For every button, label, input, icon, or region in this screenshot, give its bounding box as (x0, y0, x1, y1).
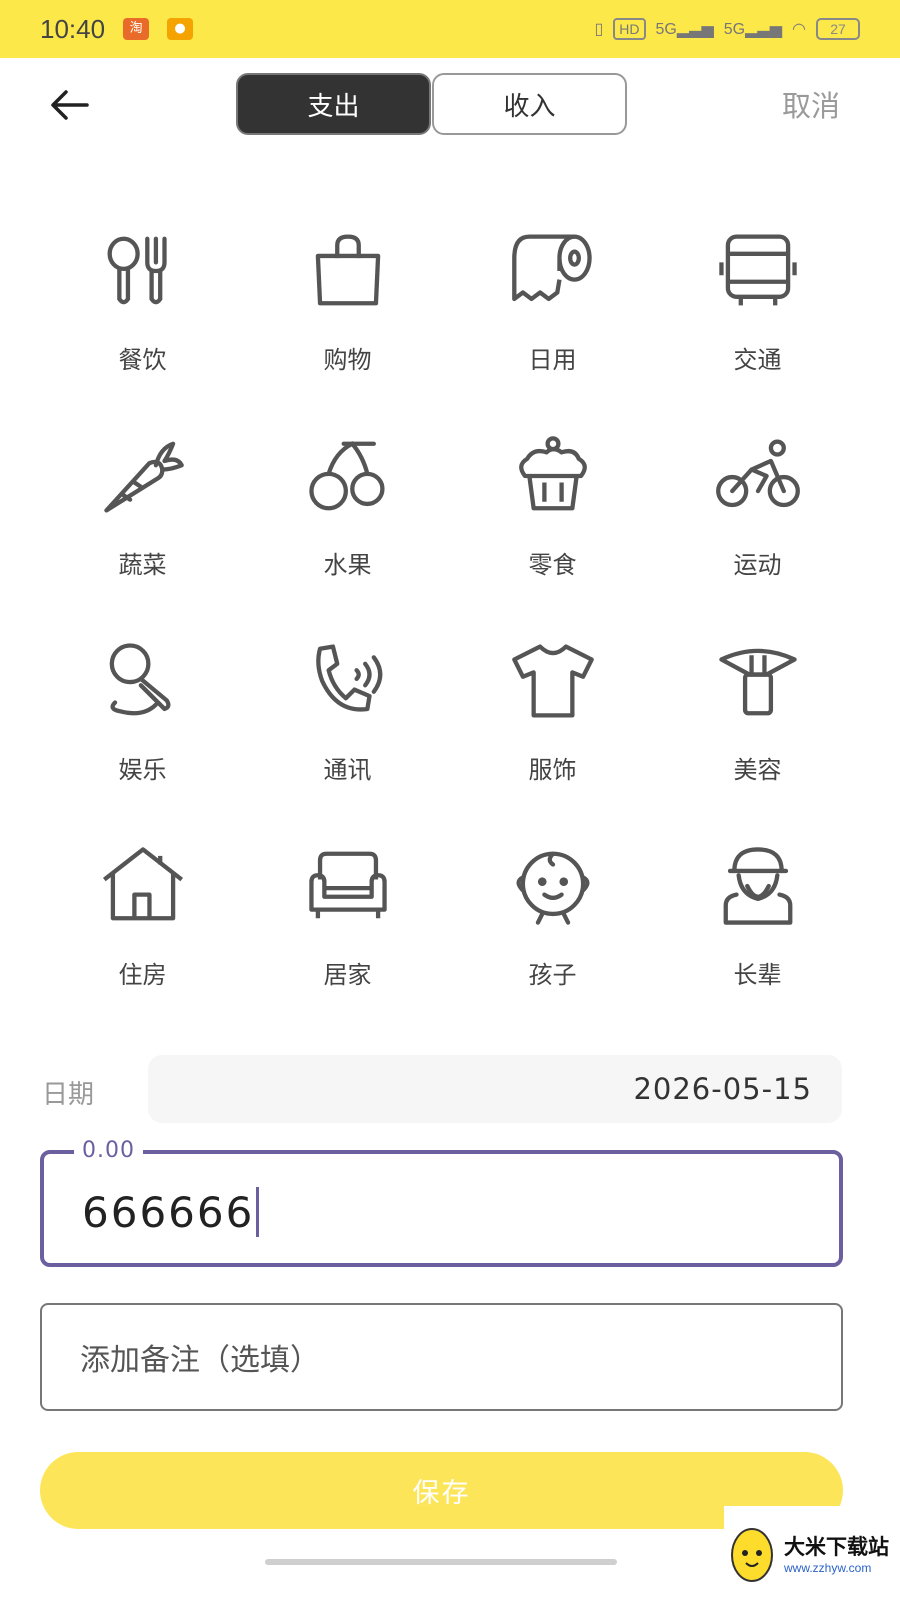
child-face-icon (515, 851, 590, 925)
watermark-title: 大米下载站 (784, 1535, 889, 1559)
category-dining[interactable]: 餐饮 (40, 220, 245, 425)
date-picker[interactable]: 2026-05-15 (148, 1055, 842, 1123)
category-label: 餐饮 (118, 346, 167, 374)
carrot-icon (103, 441, 184, 513)
signal-2-icon: 5G▂▃▅ (723, 21, 783, 38)
cancel-button[interactable]: 取消 (782, 83, 840, 125)
cherry-icon (308, 441, 385, 511)
cyclist-icon (715, 439, 800, 508)
microphone-icon (109, 643, 171, 716)
amount-placeholder: 0.00 (74, 1138, 143, 1163)
category-shopping[interactable]: 购物 (245, 220, 450, 425)
bus-icon (718, 234, 797, 306)
signal-1-icon: 5G▂▃▅ (655, 21, 714, 38)
home-indicator[interactable] (265, 1559, 617, 1565)
utensils-icon (107, 236, 167, 305)
text-cursor (256, 1187, 260, 1237)
hd-icon: HD (613, 18, 646, 40)
category-clothing[interactable]: 服饰 (450, 630, 655, 835)
category-label: 运动 (733, 551, 782, 579)
tab-income[interactable]: 收入 (432, 73, 627, 135)
category-entertainment[interactable]: 娱乐 (40, 630, 245, 835)
amount-value: 666666 (82, 1187, 255, 1237)
category-label: 蔬菜 (118, 551, 167, 579)
back-button[interactable] (46, 82, 92, 128)
category-label: 美容 (733, 756, 782, 784)
category-communication[interactable]: 通讯 (245, 630, 450, 835)
status-bar: 10:40 淘 ● ▯ HD 5G▂▃▅ 5G▂▃▅ ◠ 27 (0, 0, 900, 58)
category-fruit[interactable]: 水果 (245, 425, 450, 630)
category-label: 娱乐 (118, 756, 167, 784)
phone-call-icon (315, 644, 382, 712)
category-label: 通讯 (323, 756, 372, 784)
category-label: 水果 (323, 551, 372, 579)
watermark-url: www.zzhyw.com (784, 1561, 872, 1575)
category-beauty[interactable]: 美容 (655, 630, 860, 835)
watermark: 大米下载站 www.zzhyw.com (724, 1506, 900, 1600)
save-button[interactable]: 保存 (40, 1452, 843, 1529)
category-home[interactable]: 居家 (245, 835, 450, 1040)
category-label: 购物 (323, 346, 372, 374)
category-label: 零食 (528, 551, 577, 579)
category-label: 交通 (733, 346, 782, 374)
category-elders[interactable]: 长辈 (655, 835, 860, 1040)
battery-icon: 27 (816, 18, 860, 40)
amount-field[interactable]: 0.00 666666 (40, 1138, 843, 1267)
app-notification-icon: ● (167, 18, 194, 40)
category-label: 长辈 (733, 961, 782, 989)
category-housing[interactable]: 住房 (40, 835, 245, 1040)
elder-icon (723, 847, 792, 925)
category-grid: 餐饮 购物 日用 交通 蔬菜 水果 零食 运动 娱乐 通讯 服饰 美容 住房 居… (40, 220, 860, 1040)
shopping-bag-icon (315, 234, 380, 306)
wifi-icon: ◠ (792, 21, 806, 38)
tab-expense[interactable]: 支出 (236, 73, 431, 135)
house-icon (102, 847, 183, 921)
mascot-egg-icon (731, 1528, 773, 1582)
category-transport[interactable]: 交通 (655, 220, 860, 425)
tissue-roll-icon (511, 234, 592, 302)
sofa-icon (308, 851, 387, 919)
category-vegetables[interactable]: 蔬菜 (40, 425, 245, 630)
category-label: 居家 (323, 961, 372, 989)
lipstick-icon (718, 648, 797, 716)
category-sports[interactable]: 运动 (655, 425, 860, 630)
category-label: 服饰 (528, 756, 577, 784)
category-children[interactable]: 孩子 (450, 835, 655, 1040)
arrow-left-icon (51, 90, 89, 120)
category-daily-use[interactable]: 日用 (450, 220, 655, 425)
amount-value-row: 666666 (82, 1187, 260, 1237)
category-label: 孩子 (528, 961, 577, 989)
status-icons: ▯ HD 5G▂▃▅ 5G▂▃▅ ◠ 27 (594, 18, 860, 40)
taobao-notification-icon: 淘 (123, 18, 150, 40)
tshirt-icon (511, 644, 594, 718)
category-label: 住房 (118, 961, 167, 989)
cupcake-icon (518, 436, 587, 511)
date-label: 日期 (42, 1080, 95, 1110)
status-time: 10:40 (40, 13, 106, 44)
note-input[interactable]: 添加备注（选填） (40, 1303, 843, 1411)
vibrate-icon: ▯ (594, 21, 604, 38)
category-snacks[interactable]: 零食 (450, 425, 655, 630)
category-label: 日用 (528, 346, 577, 374)
